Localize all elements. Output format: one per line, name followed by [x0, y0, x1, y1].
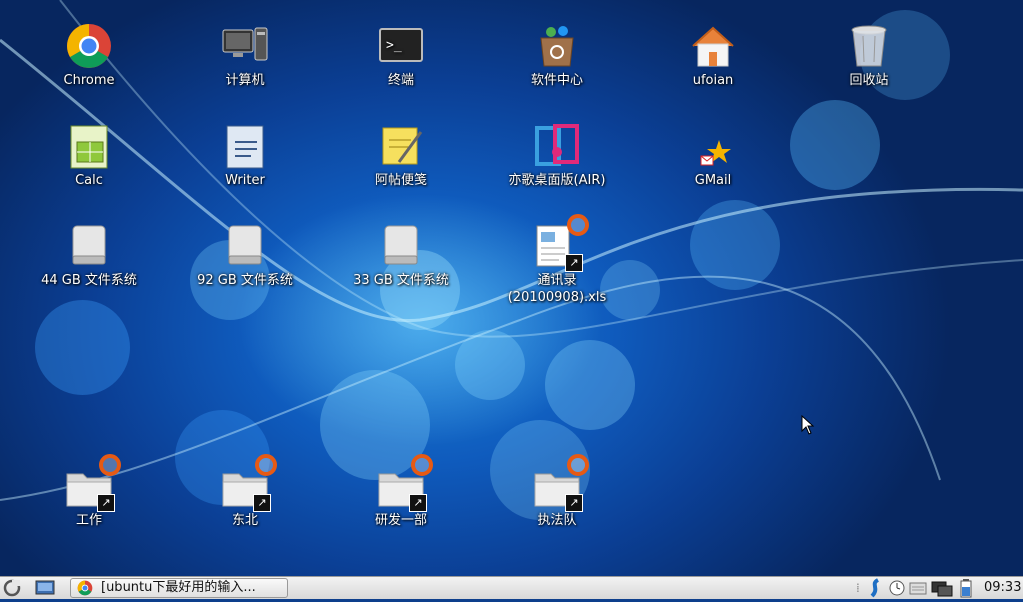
icon-label: ufoian	[692, 73, 734, 88]
display-icon	[931, 581, 953, 597]
desktop-icon-software-center[interactable]: 软件中心	[492, 22, 622, 89]
bokeh-decoration	[455, 330, 525, 400]
trash-icon	[845, 22, 893, 70]
bokeh-decoration	[545, 340, 635, 430]
keyboard-icon	[909, 582, 927, 595]
icon-label: 44 GB 文件系统	[41, 273, 137, 288]
icon-label: 33 GB 文件系统	[353, 273, 449, 288]
shortcut-arrow-icon: ↗	[253, 494, 271, 512]
icon-label: 东北	[231, 513, 258, 528]
shortcut-arrow-icon: ↗	[409, 494, 427, 512]
tray-network[interactable]	[866, 578, 886, 598]
desktop-icon-trash[interactable]: 回收站	[804, 22, 934, 89]
tray-battery[interactable]	[958, 578, 974, 598]
tray-display[interactable]	[930, 578, 954, 598]
desktop[interactable]: Chrome 计算机 >_ 终端 软件中心 ufoian 回收站 Calc Wr…	[0, 0, 1023, 576]
desktop-icon-folder-rd[interactable]: ↗ 研发一部	[336, 454, 466, 529]
desktop-icon-ufoian[interactable]: ufoian	[648, 22, 778, 89]
folder-shortcut-icon: ↗	[377, 454, 433, 512]
icon-label: Writer	[225, 173, 265, 188]
desktop-icon-drive-44[interactable]: 44 GB 文件系统	[24, 222, 154, 289]
spreadsheet-shortcut-icon: ↗	[533, 214, 589, 272]
tray-clock-icon[interactable]	[888, 578, 906, 598]
folder-shortcut-icon: ↗	[533, 454, 589, 512]
folder-shortcut-icon: ↗	[65, 454, 121, 512]
drive-icon	[377, 222, 425, 270]
computer-icon	[221, 22, 269, 70]
ubuntu-emblem-icon	[411, 454, 433, 476]
icon-label: 亦歌桌面版(AIR)	[508, 173, 606, 188]
icon-label: 92 GB 文件系统	[197, 273, 293, 288]
writer-icon	[221, 122, 269, 170]
bokeh-decoration	[35, 300, 130, 395]
taskbar-window-button[interactable]: [ubuntu下最好用的输入...	[70, 578, 288, 598]
icon-label: 通讯录(20100908).xls	[507, 273, 607, 305]
bokeh-decoration	[790, 100, 880, 190]
menu-icon	[3, 579, 21, 597]
taskbar-clock[interactable]: 09:33	[984, 578, 1022, 598]
desktop-icon-music-player[interactable]: 亦歌桌面版(AIR)	[492, 122, 622, 189]
desktop-icon-drive-92[interactable]: 92 GB 文件系统	[180, 222, 310, 289]
shortcut-arrow-icon: ↗	[565, 254, 583, 272]
icon-label: 执法队	[537, 513, 577, 528]
desktop-icon-writer[interactable]: Writer	[180, 122, 310, 189]
ubuntu-emblem-icon	[567, 454, 589, 476]
chrome-icon	[77, 580, 93, 596]
desktop-icon-folder-enforcement[interactable]: ↗ 执法队	[492, 454, 622, 529]
desktop-icon-sticky-note[interactable]: 阿帖便笺	[336, 122, 466, 189]
battery-icon	[960, 579, 972, 598]
chrome-icon	[65, 22, 113, 70]
ubuntu-emblem-icon	[99, 454, 121, 476]
calc-icon	[65, 122, 113, 170]
desktop-icon-folder-dongbei[interactable]: ↗ 东北	[180, 454, 310, 529]
desktop-icon-terminal[interactable]: >_ 终端	[336, 22, 466, 89]
icon-label: GMail	[694, 173, 732, 188]
tray-keyboard[interactable]	[908, 578, 928, 598]
ubuntu-emblem-icon	[255, 454, 277, 476]
clock-icon	[889, 580, 905, 596]
icon-label: 软件中心	[530, 73, 583, 88]
main-menu-button[interactable]	[2, 578, 24, 598]
software-center-icon	[533, 22, 581, 70]
icon-label: Calc	[75, 173, 103, 188]
show-desktop-icon	[35, 580, 55, 595]
mouse-cursor-icon	[801, 415, 815, 435]
icon-label: 工作	[75, 513, 102, 528]
icon-label: 研发一部	[374, 513, 427, 528]
gmail-icon	[689, 122, 737, 170]
tray-handle: ⁞	[856, 581, 860, 595]
desktop-icon-folder-work[interactable]: ↗ 工作	[24, 454, 154, 529]
shortcut-arrow-icon: ↗	[97, 494, 115, 512]
drive-icon	[65, 222, 113, 270]
svg-text:>_: >_	[386, 38, 402, 53]
desktop-icon-computer[interactable]: 计算机	[180, 22, 310, 89]
icon-label: 阿帖便笺	[374, 173, 427, 188]
ubuntu-emblem-icon	[567, 214, 589, 236]
icon-label: 计算机	[225, 73, 265, 88]
desktop-icon-chrome[interactable]: Chrome	[24, 22, 154, 89]
network-icon	[870, 578, 880, 598]
terminal-icon: >_	[377, 22, 425, 70]
bokeh-decoration	[690, 200, 780, 290]
sticky-note-icon	[377, 122, 425, 170]
drive-icon	[221, 222, 269, 270]
show-desktop-button[interactable]	[34, 578, 58, 598]
folder-shortcut-icon: ↗	[221, 454, 277, 512]
music-player-icon	[533, 122, 581, 170]
shortcut-arrow-icon: ↗	[565, 494, 583, 512]
desktop-icon-contacts-xls[interactable]: ↗ 通讯录(20100908).xls	[492, 214, 622, 306]
icon-label: 终端	[387, 73, 414, 88]
window-title: [ubuntu下最好用的输入...	[101, 580, 256, 595]
icon-label: Chrome	[63, 73, 115, 88]
home-folder-icon	[689, 22, 737, 70]
desktop-icon-calc[interactable]: Calc	[24, 122, 154, 189]
desktop-icon-drive-33[interactable]: 33 GB 文件系统	[336, 222, 466, 289]
icon-label: 回收站	[849, 73, 889, 88]
taskbar: [ubuntu下最好用的输入... ⁞ 09:33	[0, 576, 1023, 599]
desktop-icon-gmail[interactable]: GMail	[648, 122, 778, 189]
